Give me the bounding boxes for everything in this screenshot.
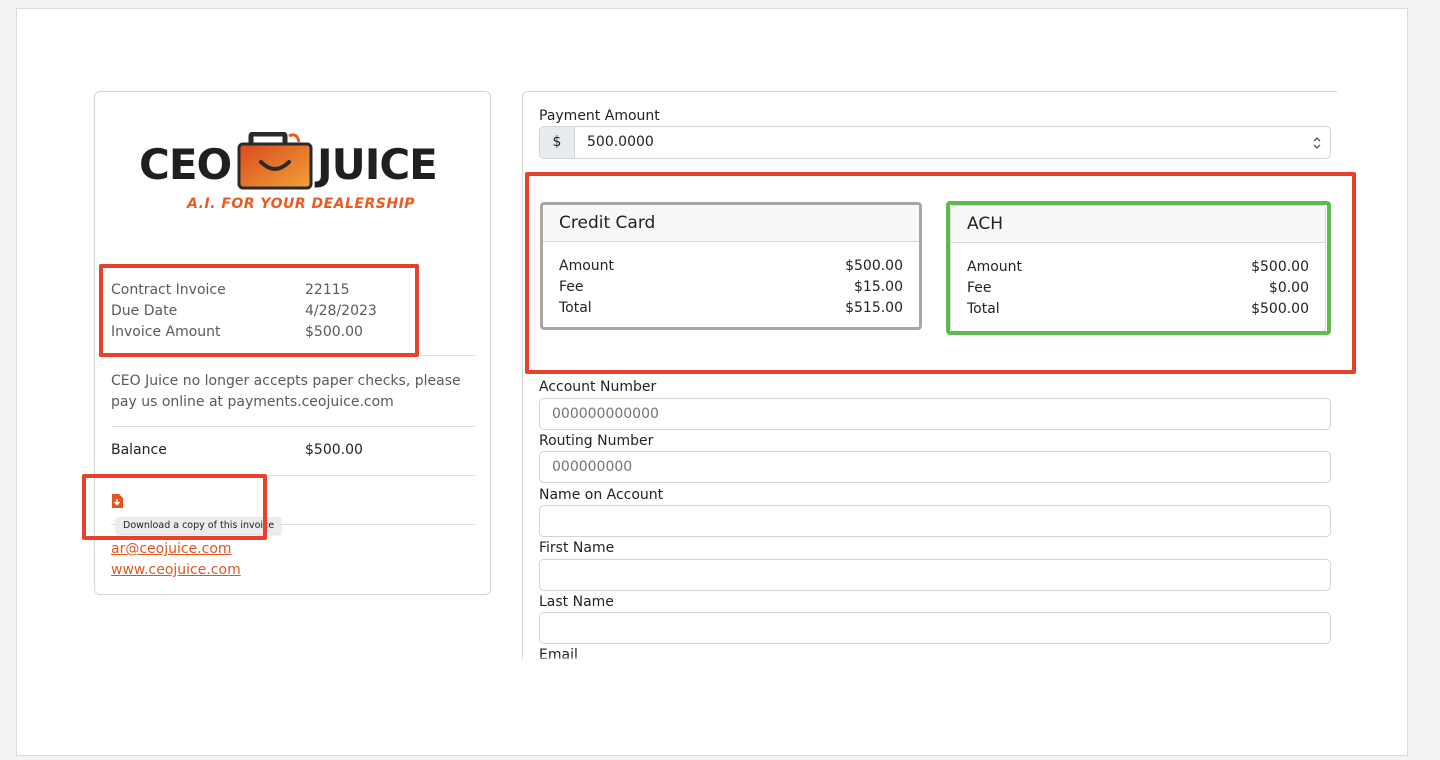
ceo-juice-logo: CEO JUICE A.I. FOR YOUR DEALERSHIP: [139, 132, 449, 212]
annotation-box-ach-selected: [946, 201, 1331, 335]
account-number-input[interactable]: 000000000000: [539, 398, 1331, 430]
logo-tagline: A.I. FOR YOUR DEALERSHIP: [187, 196, 416, 212]
last-name-label: Last Name: [539, 594, 614, 610]
briefcase-logo-icon: [237, 132, 313, 190]
currency-addon: $: [540, 127, 575, 158]
payment-amount-input[interactable]: 500.0000: [575, 127, 1306, 158]
routing-number-input[interactable]: 000000000: [539, 451, 1331, 483]
first-name-label: First Name: [539, 540, 615, 556]
paper-check-notice: CEO Juice no longer accepts paper checks…: [111, 373, 461, 410]
payment-amount-input-group: $ 500.0000: [539, 126, 1331, 159]
balance-label: Balance: [111, 442, 167, 458]
scroll-fade: [70, 656, 1370, 662]
divider: [111, 426, 475, 427]
account-number-label: Account Number: [539, 379, 657, 395]
last-name-input[interactable]: [539, 612, 1331, 644]
payment-amount-label: Payment Amount: [539, 108, 660, 124]
routing-number-label: Routing Number: [539, 433, 654, 449]
email-link[interactable]: ar@ceojuice.com: [111, 541, 232, 557]
name-on-account-input[interactable]: [539, 505, 1331, 537]
number-spinner-icon[interactable]: [1306, 127, 1330, 158]
first-name-input[interactable]: [539, 559, 1331, 591]
logo-word-juice: JUICE: [317, 140, 438, 189]
website-link[interactable]: www.ceojuice.com: [111, 562, 241, 578]
name-on-account-label: Name on Account: [539, 487, 664, 503]
annotation-box-download: [82, 474, 267, 540]
balance-value: $500.00: [305, 442, 363, 458]
balance-row: Balance $500.00: [111, 442, 363, 458]
logo-word-ceo: CEO: [139, 140, 232, 189]
annotation-box-invoice-details: [99, 264, 419, 357]
